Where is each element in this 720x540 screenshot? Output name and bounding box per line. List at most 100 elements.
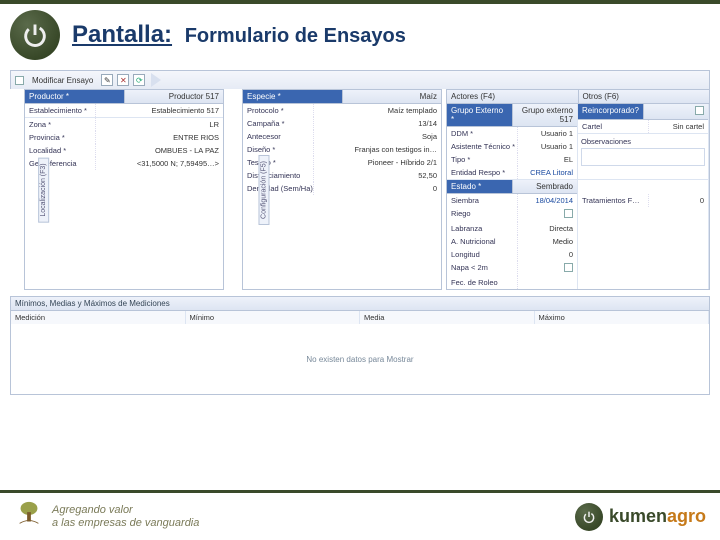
checkbox-icon[interactable] — [695, 106, 704, 115]
page-title: Pantalla: Formulario de Ensayos — [72, 21, 406, 49]
reinc-label: Reincorporado? — [578, 104, 644, 119]
footer: Agregando valor a las empresas de vangua… — [0, 490, 720, 540]
val-anutr[interactable]: Medio — [517, 235, 577, 248]
val-localidad[interactable]: OMBUES - LA PAZ — [95, 144, 223, 157]
col-minimo[interactable]: Mínimo — [186, 311, 361, 324]
brand-text: kumenagro — [609, 506, 706, 527]
reinc-check[interactable] — [644, 104, 708, 119]
tagline: Agregando valor a las empresas de vangua… — [52, 504, 199, 528]
lbl-labranza: Labranza — [447, 222, 517, 235]
checkbox-icon[interactable] — [564, 209, 573, 218]
close-button[interactable]: ✕ — [117, 74, 129, 86]
lbl-cartel: Cartel — [578, 120, 648, 133]
lbl-riego: Riego — [447, 207, 517, 222]
col-maximo[interactable]: Máximo — [535, 311, 710, 324]
lbl-georef: Georeferencia — [25, 157, 95, 170]
estado-value[interactable]: Sembrado — [513, 180, 578, 193]
val-diseno[interactable]: Franjas con testigos in… — [313, 143, 441, 156]
val-siembra[interactable]: 18/04/2014 — [517, 194, 577, 207]
slide-header: Pantalla: Formulario de Ensayos — [0, 4, 720, 66]
val-testigo[interactable]: Pioneer - Híbrido 2/1 — [313, 156, 441, 169]
checkbox-icon[interactable] — [15, 76, 24, 85]
val-riego[interactable] — [517, 207, 577, 222]
lbl-dist: Distanciamiento — [243, 169, 313, 182]
col-medicion[interactable]: Medición — [11, 311, 186, 324]
table-title: Mínimos, Medias y Máximos de Mediciones — [11, 297, 709, 311]
lbl-campana: Campaña * — [243, 117, 313, 130]
power-icon — [581, 509, 597, 525]
val-asist[interactable]: Usuario 1 — [517, 140, 577, 153]
lbl-diseno: Diseño * — [243, 143, 313, 156]
toolbar: Modificar Ensayo ✎ ✕ ⟳ — [10, 70, 710, 89]
obs-label: Observaciones — [581, 137, 705, 146]
val-cartel[interactable]: Sin cartel — [648, 120, 708, 133]
panel-right: Actores (F4) Otros (F6) Grupo Externo *G… — [446, 89, 710, 290]
lbl-anutr: A. Nutricional — [447, 235, 517, 248]
lbl-siembra: Siembra — [447, 194, 517, 207]
tab-actores[interactable]: Actores (F4) — [447, 90, 579, 103]
grupo-ext-label: Grupo Externo * — [447, 104, 513, 126]
brand-a: kumen — [609, 506, 667, 526]
lbl-antecesor: Antecesor — [243, 130, 313, 143]
edit-button[interactable]: ✎ — [101, 74, 113, 86]
panel-localizacion: Localización (F3) Productor * Productor … — [24, 89, 224, 290]
lbl-tipo: Tipo * — [447, 153, 517, 166]
val-zona[interactable]: LR — [95, 118, 223, 131]
panels-row: Localización (F3) Productor * Productor … — [10, 89, 710, 290]
grupo-ext-value[interactable]: Grupo externo 517 — [513, 104, 578, 126]
val-trat[interactable]: 0 — [648, 194, 708, 207]
lbl-asist: Asistente Técnico * — [447, 140, 517, 153]
val-campana[interactable]: 13/14 — [313, 117, 441, 130]
sidetab-configuracion[interactable]: Configuración (F5) — [258, 155, 269, 225]
lbl-protocolo: Protocolo * — [243, 104, 313, 117]
lbl-roleo: Fec. de Roleo — [447, 276, 517, 289]
lbl-testigo: Testigo * — [243, 156, 313, 169]
checkbox-icon[interactable] — [564, 263, 573, 272]
form-title: Modificar Ensayo — [28, 75, 97, 86]
brand-badge-small — [575, 503, 603, 531]
val-labranza[interactable]: Directa — [517, 222, 577, 235]
estado-label: Estado * — [447, 180, 513, 193]
panel-configuracion: Configuración (F5) Especie * Maíz Protoc… — [242, 89, 442, 290]
val-roleo[interactable] — [517, 276, 577, 289]
val-tipo[interactable]: EL — [517, 153, 577, 166]
val-napa[interactable] — [517, 261, 577, 276]
val-antecesor[interactable]: Soja — [313, 130, 441, 143]
tagline-2: a las empresas de vanguardia — [52, 517, 199, 529]
table-empty: No existen datos para Mostrar — [11, 324, 709, 394]
breadcrumb-arrow-icon — [151, 73, 161, 87]
lbl-densidad: Densidad (Sem/Ha) — [243, 182, 313, 195]
lbl-zona: Zona * — [25, 118, 95, 131]
refresh-button[interactable]: ⟳ — [133, 74, 145, 86]
brand-badge — [10, 10, 60, 60]
especie-label[interactable]: Especie * — [243, 90, 343, 103]
lbl-napa: Napa < 2m — [447, 261, 517, 276]
title-main: Pantalla: — [72, 21, 172, 48]
val-densidad[interactable]: 0 — [313, 182, 441, 195]
especie-value: Maíz — [343, 90, 442, 103]
app-window: Modificar Ensayo ✎ ✕ ⟳ Localización (F3)… — [10, 70, 710, 395]
val-dist[interactable]: 52,50 — [313, 169, 441, 182]
lbl-entidad: Entidad Respo * — [447, 166, 517, 179]
lbl-provincia: Provincia * — [25, 131, 95, 144]
lbl-establecimiento: Establecimiento * — [25, 104, 95, 117]
tree-icon — [14, 499, 44, 534]
val-georef[interactable]: <31,5000 N; 7,59495…> — [95, 157, 223, 170]
sidetab-localizacion[interactable]: Localización (F3) — [38, 157, 49, 222]
table-mediciones: Mínimos, Medias y Máximos de Mediciones … — [10, 296, 710, 395]
brand-b: agro — [667, 506, 706, 526]
val-ddm[interactable]: Usuario 1 — [517, 127, 577, 140]
val-protocolo[interactable]: Maíz templado — [313, 104, 441, 117]
power-icon — [21, 21, 49, 49]
val-entidad[interactable]: CREA Litoral — [517, 166, 577, 179]
productor-value: Productor 517 — [125, 90, 224, 103]
val-establecimiento[interactable]: Establecimiento 517 — [95, 104, 223, 117]
productor-tab[interactable]: Productor * — [25, 90, 125, 103]
lbl-long: Longitud — [447, 248, 517, 261]
obs-textarea[interactable] — [581, 148, 705, 166]
val-long[interactable]: 0 — [517, 248, 577, 261]
tab-otros[interactable]: Otros (F6) — [579, 90, 710, 103]
col-media[interactable]: Media — [360, 311, 535, 324]
title-sub: Formulario de Ensayos — [185, 25, 406, 47]
val-provincia[interactable]: ENTRE RIOS — [95, 131, 223, 144]
